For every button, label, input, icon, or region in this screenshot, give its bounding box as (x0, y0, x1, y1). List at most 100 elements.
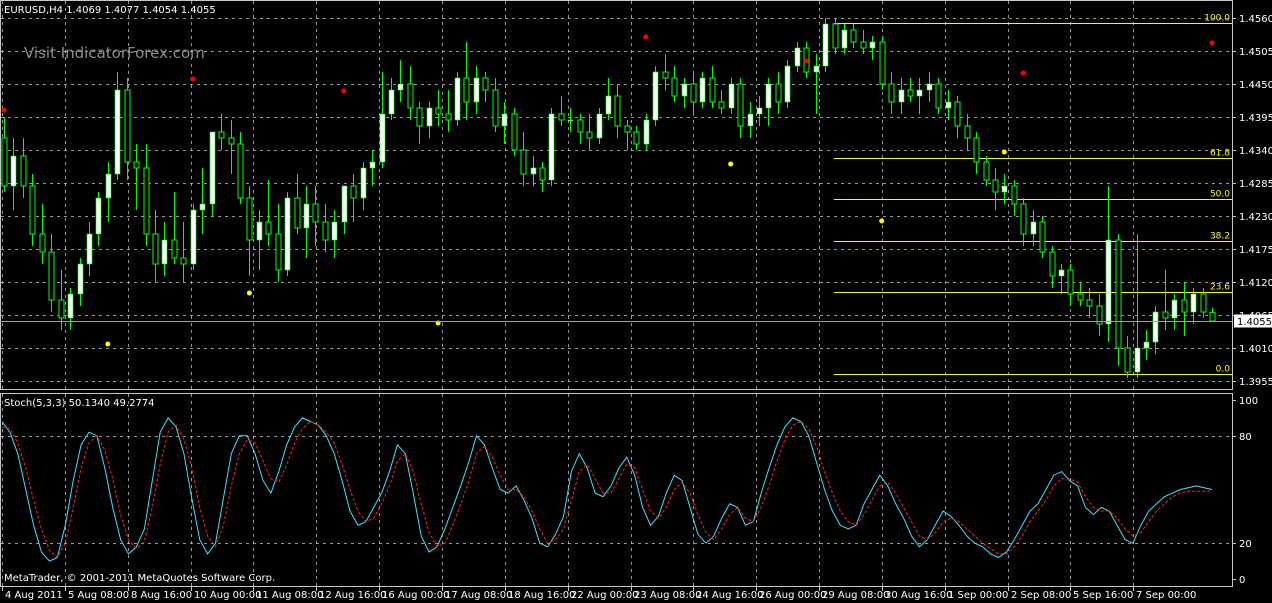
fractal-down-marker (728, 161, 734, 167)
candle (539, 162, 546, 192)
time-tick-label: 17 Aug 08:00 (445, 590, 512, 601)
candle-body-bear (1049, 251, 1056, 277)
candle (775, 72, 782, 114)
candle-body-bear (737, 83, 744, 127)
time-axis[interactable]: 4 Aug 2011 5 Aug 08:00 8 Aug 16:00 10 Aug 0… (2, 587, 1197, 601)
candle-body-bull (426, 107, 433, 127)
candle (482, 72, 489, 102)
candle (256, 210, 263, 270)
candle (1077, 282, 1084, 306)
candle-body-bull (397, 83, 404, 91)
candle-body-bear (709, 77, 716, 103)
price-scale[interactable]: 1.4560 1.4505 1.4450 1.4395 1.4340 1.4285 1.42… (1232, 14, 1272, 388)
candle-body-bull (379, 113, 386, 163)
candle-body-bull (596, 113, 603, 139)
candle (152, 210, 159, 282)
candle (171, 192, 178, 264)
candle-body-bull (841, 29, 848, 49)
candle-body-bear (1077, 293, 1084, 301)
candle-body-bull (86, 233, 93, 265)
candle (77, 258, 84, 306)
price-tick-label: 1.4560 (1239, 14, 1272, 25)
fractal-up-marker (1020, 70, 1026, 76)
candle-body-bear (48, 251, 55, 301)
candle (161, 222, 168, 276)
candle-body-bull (643, 119, 650, 145)
candlestick-series (1, 18, 1216, 378)
candle (105, 162, 112, 222)
candle-body-bear (690, 83, 697, 103)
candle-body-bear (973, 137, 980, 163)
chart-window[interactable]: 100.0 61.8 50.0 38.2 23.6 0.0 1.4560 1.4505 1.4… (0, 0, 1272, 603)
candle-body-bear (29, 185, 36, 235)
candle-body-bull (898, 89, 905, 103)
candle-body-bear (954, 101, 961, 127)
time-tick-label: 18 Aug 16:00 (508, 590, 575, 601)
candle-body-bull (209, 131, 216, 205)
candle (548, 108, 555, 186)
candle (473, 66, 480, 114)
candle-body-bear (775, 83, 782, 103)
candle-body-bear (322, 221, 329, 241)
candle (228, 120, 235, 174)
candle-body-bull (747, 113, 754, 127)
candle-body-bull (699, 77, 706, 103)
candle (1143, 330, 1150, 360)
candle (671, 66, 678, 102)
candle-body-bear (662, 71, 669, 79)
candle-body-bear (1020, 203, 1027, 235)
candle-body-bull (1058, 269, 1065, 277)
time-tick-label: 11 Aug 08:00 (256, 590, 323, 601)
candle (699, 72, 706, 108)
candle (312, 186, 319, 246)
candle (992, 168, 999, 210)
chart-canvas[interactable]: 100.061.850.038.223.60.0 1.45601.45051.4… (0, 0, 1272, 603)
candle-body-bear (1086, 299, 1093, 307)
candle-body-bear (1209, 312, 1216, 322)
candle (1134, 234, 1141, 378)
candle (1049, 246, 1056, 288)
candle (973, 132, 980, 174)
fractal-up-marker (341, 88, 347, 94)
candle-body-bear (20, 155, 27, 187)
candle (681, 78, 688, 108)
candle-body-bear (850, 29, 857, 43)
candle (463, 42, 470, 120)
candle (1181, 282, 1188, 336)
candle-body-bull (1152, 311, 1159, 343)
candle-body-bull (765, 83, 772, 109)
candle (860, 30, 867, 54)
time-tick-label: 30 Aug 16:00 (885, 590, 952, 601)
candle (718, 90, 725, 114)
candle-body-bear (407, 83, 414, 109)
candle-body-bear (577, 119, 584, 133)
candle-body-bull (95, 197, 102, 235)
fractal-down-marker (1001, 149, 1007, 155)
fibo-level-label: 23.6 (1210, 283, 1230, 293)
candle (501, 102, 508, 144)
candle-body-bull (813, 65, 820, 73)
candle (350, 174, 357, 222)
indicator-tick-label: 0 (1239, 575, 1245, 586)
fibo-level-label: 0.0 (1216, 365, 1231, 375)
candle (1115, 234, 1122, 366)
candle-body-bull (501, 113, 508, 127)
candle-body-bear (1162, 311, 1169, 319)
candle (454, 72, 461, 126)
price-tick-label: 1.4175 (1239, 245, 1272, 256)
candle-body-bear (124, 89, 131, 163)
candle (209, 131, 216, 216)
candle (265, 180, 272, 246)
fibonacci-retracement[interactable]: 100.0 61.8 50.0 38.2 23.6 0.0 (834, 14, 1232, 375)
time-tick-label: 5 Sep 16:00 (1073, 590, 1133, 601)
candle-body-bear (228, 137, 235, 145)
time-tick-label: 7 Sep 00:00 (1136, 590, 1196, 601)
copyright-text: MetaTrader, © 2001-2011 MetaQuotes Softw… (4, 573, 275, 584)
candle (652, 66, 659, 126)
candle-body-bear (964, 125, 971, 139)
fractal-down-marker (879, 218, 885, 224)
candle-body-bear (58, 299, 65, 319)
candle-body-bear (492, 89, 499, 127)
candle (690, 72, 697, 114)
candle (416, 102, 423, 144)
